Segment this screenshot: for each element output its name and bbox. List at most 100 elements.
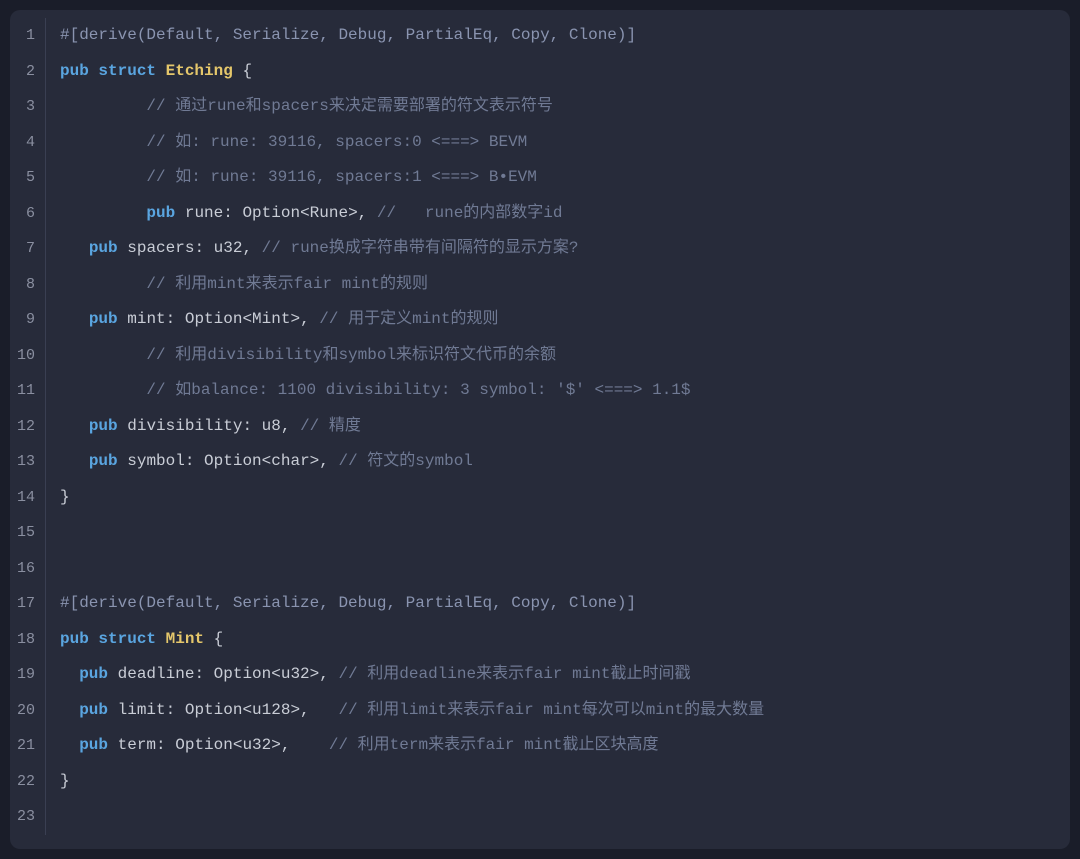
code-content: // 如: rune: 39116, spacers:0 <===> BEVM: [46, 125, 527, 161]
code-line: 9 pub mint: Option<Mint>, // 用于定义mint的规则: [10, 302, 1070, 338]
line-number: 7: [10, 231, 46, 267]
line-number: 16: [10, 551, 46, 587]
code-token: // 利用limit来表示fair mint每次可以mint的最大数量: [338, 701, 764, 719]
code-token: pub: [146, 204, 175, 222]
code-token: divisibility: u8,: [127, 417, 290, 435]
code-token: pub struct: [60, 62, 156, 80]
code-token: [60, 310, 89, 328]
code-token: [156, 630, 166, 648]
code-token: [290, 736, 328, 754]
code-token: // rune的内部数字id: [377, 204, 563, 222]
code-token: [252, 239, 262, 257]
code-line: 15: [10, 515, 1070, 551]
code-token: [118, 239, 128, 257]
code-token: pub: [79, 701, 108, 719]
code-token: Mint: [166, 630, 204, 648]
code-content: // 利用mint来表示fair mint的规则: [46, 267, 428, 303]
code-token: // 通过rune和spacers来决定需要部署的符文表示符号: [146, 97, 552, 115]
code-token: // 如balance: 1100 divisibility: 3 symbol…: [146, 381, 690, 399]
code-line: 5 // 如: rune: 39116, spacers:1 <===> B•E…: [10, 160, 1070, 196]
code-line: 1#[derive(Default, Serialize, Debug, Par…: [10, 18, 1070, 54]
code-line: 8 // 利用mint来表示fair mint的规则: [10, 267, 1070, 303]
code-token: [310, 701, 339, 719]
code-token: [118, 310, 128, 328]
code-token: [60, 275, 146, 293]
line-number: 14: [10, 480, 46, 516]
line-number: 17: [10, 586, 46, 622]
code-content: // 利用divisibility和symbol来标识符文代币的余额: [46, 338, 556, 374]
code-token: // 利用deadline来表示fair mint截止时间戳: [338, 665, 690, 683]
code-line: 16: [10, 551, 1070, 587]
code-line: 7 pub spacers: u32, // rune换成字符串带有间隔符的显示…: [10, 231, 1070, 267]
code-content: // 如balance: 1100 divisibility: 3 symbol…: [46, 373, 691, 409]
code-token: // 如: rune: 39116, spacers:1 <===> B•EVM: [146, 168, 536, 186]
line-number: 5: [10, 160, 46, 196]
code-token: pub: [89, 310, 118, 328]
line-number: 22: [10, 764, 46, 800]
code-token: [60, 204, 146, 222]
code-line: 23: [10, 799, 1070, 835]
code-content: pub spacers: u32, // rune换成字符串带有间隔符的显示方案…: [46, 231, 579, 267]
line-number: 2: [10, 54, 46, 90]
code-token: [60, 97, 146, 115]
line-number: 10: [10, 338, 46, 374]
code-token: Etching: [166, 62, 233, 80]
code-token: [60, 417, 89, 435]
code-line: 3 // 通过rune和spacers来决定需要部署的符文表示符号: [10, 89, 1070, 125]
code-content: pub symbol: Option<char>, // 符文的symbol: [46, 444, 473, 480]
code-token: [156, 62, 166, 80]
code-token: pub: [89, 417, 118, 435]
code-token: // 精度: [300, 417, 361, 435]
code-line: 18pub struct Mint {: [10, 622, 1070, 658]
code-token: symbol: Option<char>,: [127, 452, 329, 470]
code-token: [118, 417, 128, 435]
code-token: [60, 665, 79, 683]
code-token: rune: Option<Rune>,: [185, 204, 367, 222]
line-number: 4: [10, 125, 46, 161]
code-token: [290, 417, 300, 435]
code-content: pub divisibility: u8, // 精度: [46, 409, 361, 445]
code-token: pub: [89, 452, 118, 470]
code-token: [204, 630, 214, 648]
code-token: pub: [79, 665, 108, 683]
code-token: term: Option<u32>,: [118, 736, 291, 754]
code-token: [118, 452, 128, 470]
code-line: 12 pub divisibility: u8, // 精度: [10, 409, 1070, 445]
line-number: 15: [10, 515, 46, 551]
code-token: [108, 736, 118, 754]
code-content: pub deadline: Option<u32>, // 利用deadline…: [46, 657, 691, 693]
code-line: 21 pub term: Option<u32>, // 利用term来表示fa…: [10, 728, 1070, 764]
code-line: 17#[derive(Default, Serialize, Debug, Pa…: [10, 586, 1070, 622]
code-content: }: [46, 764, 70, 800]
code-line: 20 pub limit: Option<u128>, // 利用limit来表…: [10, 693, 1070, 729]
code-token: // 如: rune: 39116, spacers:0 <===> BEVM: [146, 133, 527, 151]
code-content: // 通过rune和spacers来决定需要部署的符文表示符号: [46, 89, 553, 125]
code-token: }: [60, 488, 70, 506]
code-token: // 利用term来表示fair mint截止区块高度: [329, 736, 659, 754]
code-token: [60, 452, 89, 470]
code-line: 2pub struct Etching {: [10, 54, 1070, 90]
code-token: pub: [79, 736, 108, 754]
line-number: 11: [10, 373, 46, 409]
code-token: mint: Option<Mint>,: [127, 310, 309, 328]
code-token: {: [214, 630, 224, 648]
line-number: 21: [10, 728, 46, 764]
code-content: }: [46, 480, 70, 516]
code-content: pub struct Etching {: [46, 54, 252, 90]
code-line: 13 pub symbol: Option<char>, // 符文的symbo…: [10, 444, 1070, 480]
code-token: // 用于定义mint的规则: [319, 310, 498, 328]
code-token: [60, 381, 146, 399]
code-content: pub term: Option<u32>, // 利用term来表示fair …: [46, 728, 659, 764]
code-token: // rune换成字符串带有间隔符的显示方案?: [262, 239, 579, 257]
code-token: #[derive(Default, Serialize, Debug, Part…: [60, 26, 636, 44]
code-token: // 符文的symbol: [338, 452, 472, 470]
line-number: 13: [10, 444, 46, 480]
code-token: [60, 239, 89, 257]
code-token: spacers: u32,: [127, 239, 252, 257]
code-token: // 利用mint来表示fair mint的规则: [146, 275, 428, 293]
code-token: [60, 133, 146, 151]
code-line: 10 // 利用divisibility和symbol来标识符文代币的余额: [10, 338, 1070, 374]
code-line: 11 // 如balance: 1100 divisibility: 3 sym…: [10, 373, 1070, 409]
code-token: [60, 736, 79, 754]
code-line: 22}: [10, 764, 1070, 800]
